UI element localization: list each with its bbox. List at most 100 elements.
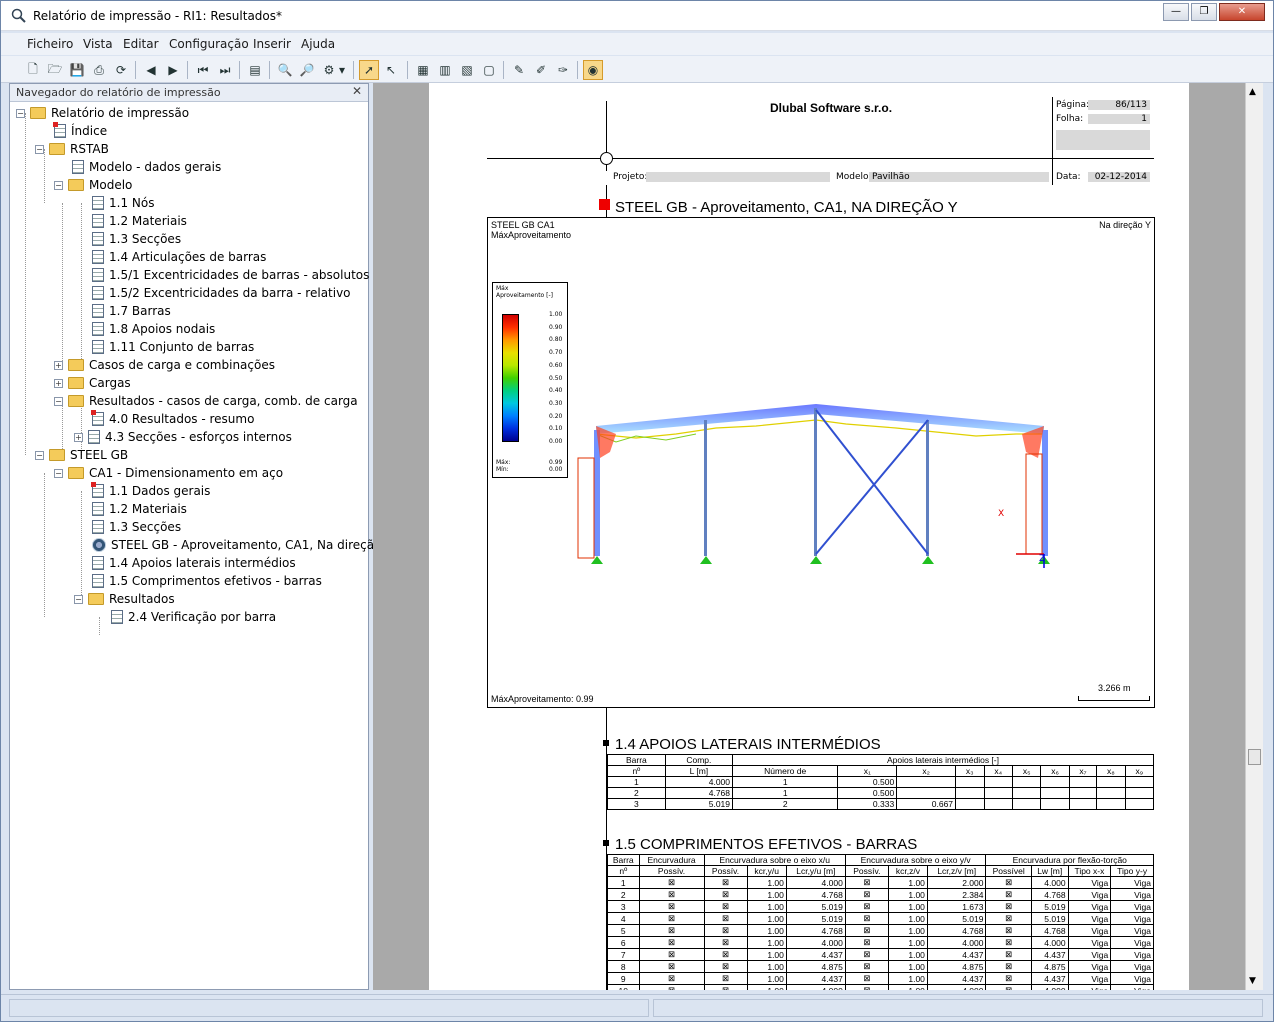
table-cell: 4.437 — [926, 948, 987, 961]
checked-box-icon: ⊠ — [844, 888, 889, 901]
table-cell: Viga — [1110, 972, 1154, 985]
tree-item-conjunto-barras[interactable]: 1.11 Conjunto de barras — [92, 338, 254, 356]
tree-item-apoios-nodais[interactable]: 1.8 Apoios nodais — [92, 320, 215, 338]
document-preview-area[interactable]: Dlubal Software s.r.o. Página: 86/113 Fo… — [373, 83, 1245, 990]
legend-max-label: Máx: — [496, 459, 511, 466]
checked-box-icon: ⊠ — [703, 888, 748, 901]
open-icon[interactable]: 🗁 — [45, 60, 65, 80]
vertical-scrollbar[interactable]: ▲ ▼ — [1245, 83, 1263, 990]
tree-item-barras[interactable]: 1.7 Barras — [92, 302, 171, 320]
scroll-down-icon[interactable]: ▼ — [1249, 976, 1256, 986]
close-icon[interactable]: ✕ — [352, 84, 362, 98]
tree-item-comprimentos-efetivos[interactable]: 1.5 Comprimentos efetivos - barras — [92, 572, 322, 590]
tree-item-excentricidades-abs[interactable]: 1.5/1 Excentricidades de barras - absolu… — [92, 266, 369, 284]
zoom-out-icon[interactable]: 🔎 — [297, 60, 317, 80]
new-icon[interactable]: 🗋 — [23, 60, 43, 80]
page-setup-icon[interactable]: ▤ — [245, 60, 265, 80]
maximize-button[interactable]: ❐ — [1191, 3, 1217, 21]
table-icon — [92, 304, 104, 318]
next-page-icon[interactable]: ▶ — [163, 60, 183, 80]
table-cell: 1.00 — [887, 888, 928, 901]
table-cell: 1.00 — [746, 900, 787, 913]
table-cell: 1.00 — [887, 960, 928, 973]
tree-item-materiais[interactable]: 1.2 Materiais — [92, 212, 187, 230]
tool-b-icon[interactable]: ✐ — [531, 60, 551, 80]
scroll-thumb[interactable] — [1248, 749, 1261, 765]
dropdown-arrow-icon[interactable]: ▾ — [337, 60, 347, 80]
checked-box-icon: ⊠ — [985, 936, 1032, 949]
tree-item-nos[interactable]: 1.1 Nós — [92, 194, 154, 212]
insert-page-icon[interactable]: ▢ — [479, 60, 499, 80]
table-icon — [111, 610, 123, 624]
tree-item-indice[interactable]: Índice — [53, 122, 107, 140]
insert-graphic-icon[interactable]: ▦ — [413, 60, 433, 80]
tree-item-steel-gb[interactable]: − STEEL GB — [35, 446, 128, 464]
menu-ficheiro[interactable]: Ficheiro — [27, 37, 73, 51]
table-row: 3 5.019 2 0.333 0.667 — [607, 798, 1155, 810]
table-icon — [92, 502, 104, 516]
tool-c-icon[interactable]: ✑ — [553, 60, 573, 80]
menu-bar: Ficheiro Vista Editar Configuração Inser… — [1, 33, 1273, 55]
col-possiv-1: Possív. — [638, 865, 705, 877]
tree-item-dados-gerais[interactable]: 1.1 Dados gerais — [91, 482, 210, 500]
minimize-button[interactable]: — — [1163, 3, 1189, 21]
menu-configuracao[interactable]: Configuração — [169, 37, 249, 51]
refresh-icon[interactable]: ⟳ — [111, 60, 131, 80]
insert-text-icon[interactable]: ▧ — [457, 60, 477, 80]
tree-item-seccoes-ca1[interactable]: 1.3 Secções — [92, 518, 181, 536]
tree-item-modelo[interactable]: − Modelo — [54, 176, 132, 194]
status-bar — [1, 994, 1273, 1021]
tree-item-modelo-dados[interactable]: Modelo - dados gerais — [72, 158, 221, 176]
table-cell: 4.875 — [785, 960, 846, 973]
table-cell: 5 — [607, 924, 640, 937]
tree-item-materiais-ca1[interactable]: 1.2 Materiais — [92, 500, 187, 518]
tree-item-verificacao-barra[interactable]: 2.4 Verificação por barra — [111, 608, 276, 626]
menu-ajuda[interactable]: Ajuda — [301, 37, 335, 51]
save-icon[interactable]: 💾 — [67, 60, 87, 80]
tree-item-ca1[interactable]: − CA1 - Dimensionamento em aço — [54, 464, 283, 482]
table-cell: Viga — [1110, 948, 1154, 961]
col-numero: Número de — [732, 765, 839, 777]
table-icon — [92, 268, 104, 282]
tree-item-cargas[interactable]: + Cargas — [54, 374, 131, 392]
menu-vista[interactable]: Vista — [83, 37, 113, 51]
folder-icon — [68, 467, 84, 479]
close-button[interactable]: ✕ — [1219, 3, 1265, 21]
legend-value: 0.40 — [549, 387, 563, 395]
zoom-in-icon[interactable]: 🔍 — [275, 60, 295, 80]
table-cell: Viga — [1067, 972, 1112, 985]
tree-item-resultados-rstab[interactable]: − Resultados - casos de carga, comb. de c… — [54, 392, 358, 410]
tree-root[interactable]: − Relatório de impressão — [16, 104, 189, 122]
select-tool-icon[interactable]: ➚ — [359, 60, 379, 80]
table-cell: 2 — [607, 787, 666, 799]
table-cell: Viga — [1067, 900, 1112, 913]
tree-item-rstab[interactable]: − RSTAB — [35, 140, 109, 158]
tree-item-articulacoes[interactable]: 1.4 Articulações de barras — [92, 248, 266, 266]
help-icon[interactable]: ◉ — [583, 60, 603, 80]
previous-page-icon[interactable]: ◀ — [141, 60, 161, 80]
tree-item-excentricidades-rel[interactable]: 1.5/2 Excentricidades da barra - relativ… — [92, 284, 351, 302]
tree-item-apoios-laterais[interactable]: 1.4 Apoios laterais intermédios — [92, 554, 296, 572]
settings-icon[interactable]: ⚙ — [319, 60, 339, 80]
menu-editar[interactable]: Editar — [123, 37, 159, 51]
tree-item-seccoes[interactable]: 1.3 Secções — [92, 230, 181, 248]
pointer-tool-icon[interactable]: ↖ — [381, 60, 401, 80]
last-page-icon[interactable]: ⏭ — [215, 60, 235, 80]
tree-item-resultados-resumo[interactable]: 4.0 Resultados - resumo — [91, 410, 254, 428]
first-page-icon[interactable]: ⏮ — [193, 60, 213, 80]
menu-inserir[interactable]: Inserir — [253, 37, 291, 51]
tree-item-casos-carga[interactable]: + Casos de carga e combinações — [54, 356, 275, 374]
checked-box-icon: ⊠ — [844, 876, 889, 889]
data-label: Data: — [1056, 172, 1081, 182]
tree-item-resultados-ca1[interactable]: − Resultados — [74, 590, 175, 608]
tool-a-icon[interactable]: ✎ — [509, 60, 529, 80]
table-cell: 0.333 — [837, 798, 898, 810]
scroll-up-icon[interactable]: ▲ — [1249, 87, 1256, 97]
tree-item-seccoes-esforcos[interactable]: +4.3 Secções - esforços internos — [74, 428, 292, 446]
projeto-label: Projeto: — [613, 172, 648, 182]
insert-table-icon[interactable]: ▥ — [435, 60, 455, 80]
tree-item-aproveitamento-graphic[interactable]: STEEL GB - Aproveitamento, CA1, Na direç… — [92, 536, 393, 554]
print-icon[interactable]: ⎙ — [89, 60, 109, 80]
col-x3: x₃ — [955, 765, 985, 777]
checked-box-icon: ⊠ — [638, 876, 705, 889]
